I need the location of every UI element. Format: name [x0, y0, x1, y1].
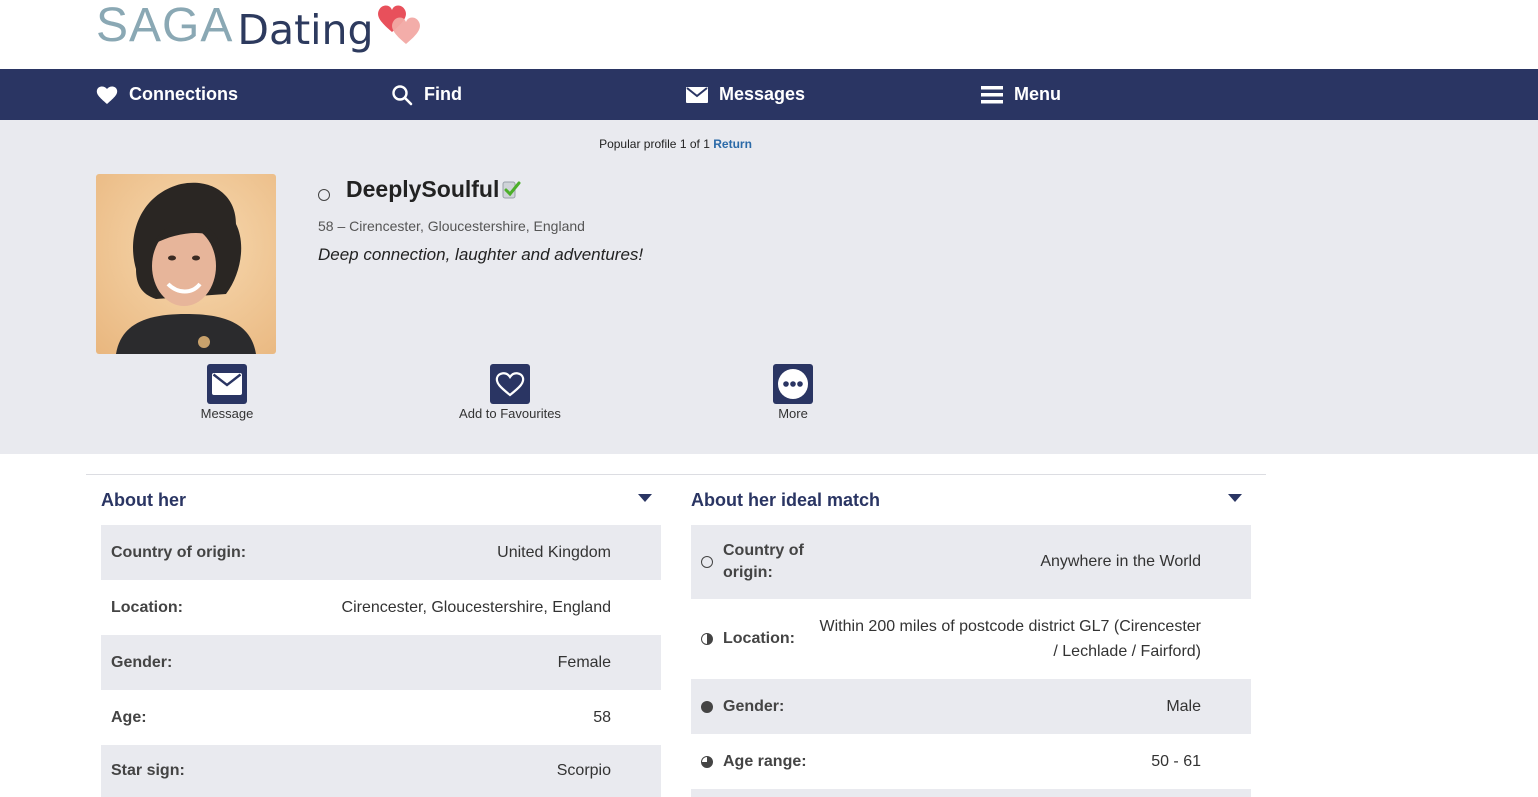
about-row-label: Country of origin: [111, 543, 247, 561]
saga-dating-logo[interactable]: SAGA Dating [96, 2, 436, 56]
more-button-label: More [778, 406, 808, 421]
about-row: Country of origin: United Kingdom [101, 525, 661, 580]
nav-messages-label: Messages [719, 84, 806, 104]
match-row: Country of origin: Anywhere in the World [691, 525, 1251, 599]
about-row-value: Cirencester, Gloucestershire, England [341, 598, 611, 616]
message-button[interactable]: Message [157, 364, 297, 421]
match-half-icon [701, 633, 713, 645]
about-row-label: Star sign: [111, 762, 185, 779]
profile-username: DeeplySoulful [346, 176, 500, 202]
match-label-line: origin: [723, 564, 773, 581]
nav-menu[interactable]: Menu [980, 69, 1061, 120]
hamburger-icon [980, 83, 1004, 107]
about-row-label: Age: [111, 708, 147, 726]
online-status-icon [318, 189, 330, 201]
match-row [691, 789, 1251, 797]
ideal-match-title[interactable]: About her ideal match [691, 490, 880, 511]
about-row-value: Scorpio [556, 762, 611, 779]
section-divider [86, 474, 1266, 475]
popular-total: 1 [703, 137, 710, 151]
match-value-line: / Lechlade / Fairford) [1053, 643, 1201, 660]
search-icon [390, 83, 414, 107]
about-her-toggle-icon[interactable] [638, 494, 652, 502]
about-row-value: Female [557, 653, 611, 671]
match-row-value: Within 200 miles of postcode district GL… [820, 614, 1201, 664]
popular-profile-indicator: Popular profile 1 of 1 Return [0, 137, 1351, 151]
envelope-icon [207, 364, 247, 404]
match-label-line: Country of [723, 542, 804, 559]
verified-phone-icon [501, 180, 521, 200]
envelope-icon [685, 83, 709, 107]
about-row: Age: 58 [101, 690, 661, 745]
return-link[interactable]: Return [713, 137, 752, 151]
match-row-label: Location: [723, 630, 795, 647]
heart-icon [95, 83, 119, 107]
about-her-title[interactable]: About her [101, 490, 186, 511]
match-full-icon [701, 700, 713, 713]
match-row-value: Anywhere in the World [1040, 553, 1201, 570]
add-to-favourites-button[interactable]: Add to Favourites [440, 364, 580, 421]
nav-messages[interactable]: Messages [685, 69, 805, 120]
profile-meta: 58 – Cirencester, Gloucestershire, Engla… [318, 218, 585, 234]
main-nav: Connections Find Messages Menu [0, 69, 1538, 120]
heart-outline-icon [490, 364, 530, 404]
about-row-label: Gender: [111, 653, 173, 671]
match-row-label: Gender: [723, 697, 785, 715]
about-row-label: Location: [111, 598, 183, 616]
site-header: SAGA Dating [0, 0, 1538, 69]
logo-dating-text: Dating [237, 6, 374, 54]
match-none-icon [701, 556, 713, 568]
match-row-value: 50 - 61 [1151, 752, 1201, 770]
more-button[interactable]: More [723, 364, 863, 421]
add-to-favourites-label: Add to Favourites [459, 406, 561, 421]
ideal-match-toggle-icon[interactable] [1228, 494, 1242, 502]
match-row: Age range: 50 - 61 [691, 734, 1251, 789]
match-three-quarter-icon [701, 755, 713, 768]
nav-find-label: Find [424, 84, 462, 104]
more-dots-icon [773, 364, 813, 404]
profile-header: Popular profile 1 of 1 Return DeeplySoul… [0, 120, 1538, 454]
match-row-value: Male [1166, 697, 1201, 715]
popular-prefix: Popular profile [599, 137, 677, 151]
about-row-value: United Kingdom [497, 543, 611, 561]
about-row: Gender: Female [101, 635, 661, 690]
about-row: Location: Cirencester, Gloucestershire, … [101, 580, 661, 635]
logo-saga-text: SAGA [96, 0, 234, 52]
nav-connections[interactable]: Connections [95, 69, 238, 120]
nav-menu-label: Menu [1014, 84, 1061, 104]
match-value-line: Within 200 miles of postcode district GL… [819, 618, 1201, 635]
about-row-value: 58 [593, 708, 611, 726]
match-row: Gender: Male [691, 679, 1251, 734]
message-button-label: Message [200, 406, 254, 421]
match-row: Location: Within 200 miles of postcode d… [691, 599, 1251, 679]
profile-tagline: Deep connection, laughter and adventures… [318, 245, 644, 264]
nav-find[interactable]: Find [390, 69, 462, 120]
profile-photo[interactable] [96, 174, 276, 354]
about-row: Star sign: Scorpio [101, 745, 661, 797]
match-row-label: Age range: [723, 752, 807, 770]
popular-index: 1 [679, 137, 687, 151]
popular-of: of [689, 137, 700, 151]
nav-connections-label: Connections [129, 84, 239, 104]
match-row-label: Country of origin: [723, 540, 804, 584]
logo-hearts-icon [376, 2, 436, 48]
